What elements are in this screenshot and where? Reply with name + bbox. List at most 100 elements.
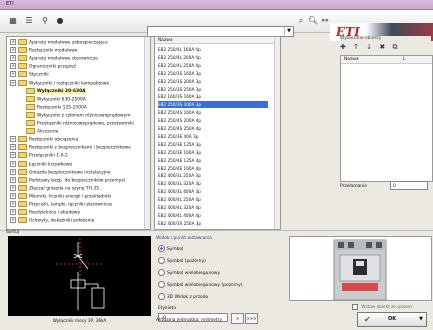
tree-item[interactable]: + Aparaty modułowe sterownicze [10, 55, 98, 62]
product-row[interactable]: EB2 250/3S 250A 3p [158, 86, 268, 93]
expand-icon[interactable]: + [10, 160, 16, 167]
tree-item[interactable]: + Złącza/ gniazda na szynę TH-35 [10, 184, 99, 191]
expand-icon[interactable]: + [10, 209, 16, 216]
tree-item[interactable]: + Aparaty modułowe zabezpieczające [10, 39, 108, 46]
product-row[interactable]: EB2 250/4S 250A 4p [158, 125, 268, 132]
insert-with-list-checkbox[interactable]: Wstaw obiekt ze spisem [352, 304, 412, 310]
product-row[interactable]: EB2 250/3S 160A 3p [158, 70, 268, 77]
view-option[interactable]: Symbol wielobiegunowy (pozorny) [158, 281, 243, 288]
tree-item[interactable]: + Rozłączniki modułowe [10, 47, 77, 54]
expand-icon[interactable]: + [10, 79, 16, 86]
product-row[interactable]: EB2 400/4L 250A 4p [158, 196, 268, 203]
add-icon[interactable]: ✚ [340, 43, 346, 51]
product-row[interactable]: EB2 400/4L 400A 4p [158, 212, 268, 219]
product-row[interactable]: EB2 400/3S 250A 3p [158, 220, 268, 227]
product-row[interactable]: EB2 400/4L 320A 4p [158, 204, 268, 211]
expand-icon[interactable]: + [10, 168, 16, 175]
expand-icon[interactable]: + [10, 201, 16, 207]
tree-item[interactable]: Przekaźniki różnicowoprądowe, przetworni… [18, 120, 134, 127]
tree-item[interactable]: Wyłączniki 630-2500A [18, 95, 86, 102]
copy-icon[interactable]: ⧉ [392, 43, 397, 51]
product-list[interactable]: Nazwa EB2 250/4L 160A 4p EB2 250/4L 200A … [154, 36, 281, 230]
product-row[interactable]: EB2 250/4L 160A 4p [158, 46, 268, 53]
expand-icon[interactable]: + [10, 176, 16, 183]
expand-icon[interactable]: + [10, 47, 16, 54]
expand-icon[interactable]: + [10, 192, 16, 199]
tree-item[interactable]: + Rozdzielnice i obudowy [10, 209, 80, 216]
product-row[interactable]: EB2 250/3S 100A 3p [158, 101, 268, 109]
radio-button[interactable] [158, 257, 165, 264]
expand-icon[interactable]: + [10, 144, 16, 151]
product-row[interactable]: EB2 250/3E 40A 3p [158, 133, 268, 140]
tree-item[interactable]: + Rozłączniki obciążenia [10, 136, 78, 143]
product-row[interactable]: EB2 250/3E 125A 3p [158, 141, 268, 148]
arrow-up-icon[interactable]: ↑ [353, 43, 359, 51]
list-scrollbar[interactable] [274, 37, 280, 229]
zoom-icon[interactable]: 🔍︎ [308, 16, 318, 26]
arrow-down-icon[interactable]: ↓ [366, 43, 372, 51]
tree-view-icon[interactable]: ▦ [8, 16, 18, 26]
list-view-icon[interactable]: ☰ [24, 16, 34, 26]
view-option[interactable]: 3D Widok z przodu [158, 293, 208, 300]
tree-item[interactable]: + Wyłączniki / rozłączniki kompaktowe [10, 79, 109, 86]
label-next-button[interactable]: > [231, 313, 244, 324]
tree-item[interactable]: + Gniazda bezpiecznikowe instalacyjne [10, 168, 111, 175]
label-more-button[interactable]: >>> [245, 313, 258, 324]
delete-icon[interactable]: ✖ [379, 43, 385, 51]
product-row[interactable]: EB2 250/4E 125A 4p [158, 157, 268, 164]
radio-button[interactable] [158, 245, 165, 252]
ok-button[interactable]: ✔ OK ▼ [357, 312, 427, 327]
expand-icon[interactable]: + [10, 39, 16, 45]
radio-button[interactable] [158, 269, 165, 276]
selected-objects-list[interactable]: Nazwa L [340, 55, 433, 182]
product-row[interactable]: EB2 250/4E 160A 4p [158, 165, 268, 172]
expand-icon[interactable]: + [10, 184, 16, 191]
tree-item[interactable]: + Ograniczniki przepięć [10, 63, 76, 70]
product-row[interactable]: EB2 250/3E 160A 3p [158, 149, 268, 156]
tree-item[interactable]: + Styczniki [10, 71, 49, 78]
expand-icon[interactable]: + [10, 152, 16, 159]
tree-item[interactable]: + Podstawy bezp. do bezpieczników przemys… [10, 176, 126, 183]
product-row[interactable]: EB2 250/4S 200A 4p [158, 117, 268, 124]
binoculars-icon[interactable]: ⚯ [320, 16, 330, 26]
list-header-name[interactable]: Nazwa [155, 37, 280, 44]
chevron-down-icon[interactable]: ▼ [419, 313, 423, 326]
radio-button[interactable] [158, 293, 165, 300]
product-row[interactable]: EB2 160/3S 160A 3p [158, 93, 268, 100]
product-row[interactable]: EB2 250/4L 200A 4p [158, 54, 268, 61]
tree-item[interactable]: Wyłączniki z członem różnicowoprądowym [18, 111, 131, 118]
expand-icon[interactable]: + [10, 55, 16, 62]
quantity-input[interactable]: 0 [390, 181, 428, 190]
tree-item[interactable]: Wyłączniki 20-630A [18, 87, 86, 95]
info-icon[interactable]: ● [55, 16, 65, 26]
tree-item[interactable]: + Przyciski, lampki, łączniki sterownicze [10, 201, 112, 208]
tree-item[interactable]: + Przełączniki 1-0-2 [10, 152, 68, 159]
category-tree[interactable]: + Aparaty modułowe zabezpieczające + Rozłąc… [6, 36, 151, 230]
product-row[interactable]: EB2 250/4L 250A 4p [158, 62, 268, 69]
expand-icon[interactable]: + [10, 63, 16, 70]
tree-scrollbar[interactable] [144, 37, 150, 229]
sort-label[interactable]: Sortuj [6, 230, 19, 235]
view-option[interactable]: Symbol wielobiegunowy [158, 269, 220, 276]
tree-item[interactable]: + Rozłączniki z bezpiecznikami i bezpiecz… [10, 144, 131, 151]
chevron-down-icon[interactable]: ▼ [284, 27, 293, 36]
expand-icon[interactable]: + [10, 217, 16, 224]
view-option[interactable]: Symbol [158, 245, 183, 252]
tree-item[interactable]: + Mierniki, liczniki energii i przekładni… [10, 192, 111, 199]
tree-item[interactable]: + Łączniki krzywkowe [10, 160, 72, 167]
product-row[interactable]: EB2 400/3L 250A 3p [158, 172, 268, 179]
tree-item[interactable]: Rozłączniki 125-2500A [18, 103, 87, 110]
product-row[interactable]: EB2 250/3S 200A 3p [158, 78, 268, 85]
expand-icon[interactable]: + [10, 136, 16, 143]
tree-item[interactable]: + Uchwyty, wskaźniki położenia [10, 217, 94, 224]
expand-icon[interactable]: + [10, 71, 16, 78]
view-option[interactable]: Symbol (pozorny) [158, 257, 206, 264]
search-icon[interactable]: ⌕ [296, 16, 306, 26]
product-row[interactable]: EB2 400/3L 320A 3p [158, 180, 268, 187]
radio-button[interactable] [158, 281, 165, 288]
tree-item[interactable]: Akcesoria [18, 128, 58, 135]
product-row[interactable]: EB2 250/4S 160A 4p [158, 109, 268, 116]
product-row[interactable]: EB2 400/3L 400A 3p [158, 188, 268, 195]
pin-icon[interactable]: ⚲ [40, 16, 50, 26]
checkbox-box[interactable] [352, 304, 358, 310]
